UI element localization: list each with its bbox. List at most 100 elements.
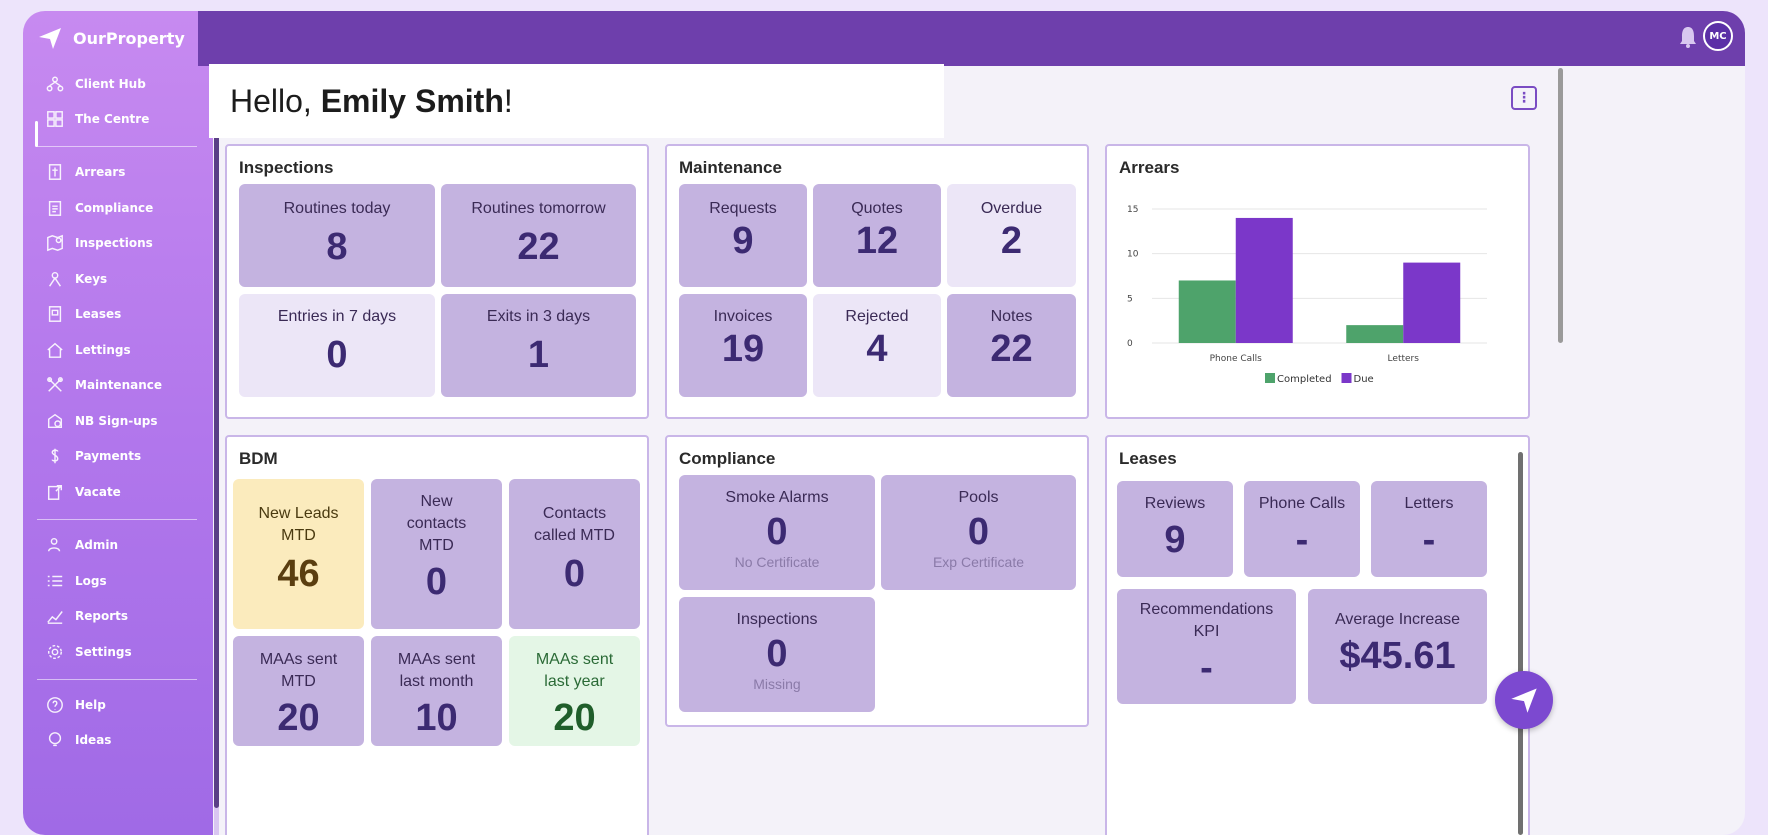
- new-contacts-tile[interactable]: New contacts MTD 0: [371, 479, 502, 629]
- sidebar-item-lettings[interactable]: Lettings: [45, 337, 131, 363]
- invoices-tile[interactable]: Invoices 19: [679, 294, 807, 397]
- exits-tile[interactable]: Exits in 3 days 1: [441, 294, 636, 397]
- routines-tomorrow-tile[interactable]: Routines tomorrow 22: [441, 184, 636, 287]
- logs-icon: [45, 571, 65, 591]
- sidebar-item-payments[interactable]: Payments: [45, 443, 141, 469]
- bell-icon[interactable]: [1677, 25, 1699, 49]
- sidebar-item-label: NB Sign-ups: [75, 414, 158, 428]
- assistant-button[interactable]: [1495, 671, 1553, 729]
- tile-value: 22: [990, 328, 1033, 370]
- tile-label: Contacts called MTD: [534, 505, 615, 544]
- legend-label: Due: [1354, 374, 1374, 385]
- tile-value: 20: [553, 697, 596, 739]
- lease-phone-calls-tile[interactable]: Phone Calls -: [1244, 481, 1360, 577]
- sidebar-item-label: Help: [75, 698, 106, 712]
- main-scrollbar[interactable]: [1555, 60, 1565, 835]
- tile-label: Inspections: [736, 611, 818, 628]
- user-name: Emily Smith: [320, 83, 504, 119]
- compliance-card: Compliance Smoke Alarms 0 No Certificate…: [665, 435, 1089, 727]
- tile-label: Rejected: [845, 308, 909, 325]
- sidebar-item-client-hub[interactable]: Client Hub: [45, 71, 146, 97]
- tile-value: 12: [855, 220, 899, 262]
- tile-value: 1: [527, 334, 550, 376]
- arrears-card: Arrears 0 5 10 15 Phone Calls Letters Complete…: [1105, 144, 1530, 419]
- sidebar-item-logs[interactable]: Logs: [45, 568, 107, 594]
- new-leads-tile[interactable]: New Leads MTD 46: [233, 479, 364, 629]
- legend-swatch: [1265, 373, 1275, 383]
- sidebar-item-the-centre[interactable]: The Centre: [45, 106, 149, 132]
- inspections-missing-tile[interactable]: Inspections 0 Missing: [679, 597, 875, 712]
- payments-icon: [45, 446, 65, 466]
- tile-label: MAAs sent last year: [535, 651, 614, 690]
- smoke-alarms-tile[interactable]: Smoke Alarms 0 No Certificate: [679, 475, 875, 590]
- leases-scrollbar[interactable]: [1516, 440, 1526, 835]
- sidebar-item-label: Lettings: [75, 343, 131, 357]
- maas-last-month-tile[interactable]: MAAs sent last month 10: [371, 636, 502, 746]
- sidebar-item-ideas[interactable]: Ideas: [45, 727, 111, 753]
- sidebar-item-label: Arrears: [75, 165, 126, 179]
- keys-icon: [45, 269, 65, 289]
- sidebar-item-vacate[interactable]: Vacate: [45, 479, 121, 505]
- maas-last-year-tile[interactable]: MAAs sent last year 20: [509, 636, 640, 746]
- pools-tile[interactable]: Pools 0 Exp Certificate: [881, 475, 1076, 590]
- reviews-tile[interactable]: Reviews 9: [1117, 481, 1233, 577]
- overdue-tile[interactable]: Overdue 2: [947, 184, 1076, 287]
- tile-value: $45.61: [1339, 635, 1456, 677]
- tile-label: Smoke Alarms: [725, 489, 829, 506]
- sidebar-item-maintenance[interactable]: Maintenance: [45, 372, 162, 398]
- lease-letters-tile[interactable]: Letters -: [1371, 481, 1487, 577]
- app-logo[interactable]: OurProperty: [37, 25, 185, 51]
- tile-subtext: No Certificate: [734, 554, 820, 570]
- sidebar: OurProperty ‹ Client Hub The Centre Arre…: [23, 11, 213, 835]
- average-increase-tile[interactable]: Average Increase $45.61: [1308, 589, 1487, 704]
- rejected-tile[interactable]: Rejected 4: [813, 294, 941, 397]
- help-icon: [45, 695, 65, 715]
- sidebar-item-help[interactable]: Help: [45, 692, 106, 718]
- active-indicator: [35, 121, 38, 147]
- assistant-logo-icon: [1511, 688, 1537, 713]
- tile-subtext: Exp Certificate: [932, 554, 1025, 570]
- recommendations-kpi-tile[interactable]: Recommendations KPI -: [1117, 589, 1296, 704]
- more-options-button[interactable]: ⋮: [1511, 86, 1537, 110]
- sidebar-item-label: Payments: [75, 449, 142, 463]
- tile-label: Recommendations KPI: [1139, 601, 1274, 640]
- routines-today-tile[interactable]: Routines today 8: [239, 184, 435, 287]
- sidebar-item-reports[interactable]: Reports: [45, 603, 128, 629]
- legend-swatch: [1341, 373, 1352, 383]
- avatar[interactable]: MC: [1703, 21, 1733, 51]
- sidebar-item-compliance[interactable]: Compliance: [45, 195, 153, 221]
- sidebar-item-inspections[interactable]: Inspections: [45, 230, 153, 256]
- tile-label: Pools: [958, 489, 999, 506]
- tile-label: Phone Calls: [1258, 495, 1346, 512]
- y-tick-label: 0: [1127, 339, 1133, 349]
- sidebar-item-label: Settings: [75, 645, 132, 659]
- tile-value: 0: [425, 561, 448, 603]
- sidebar-item-leases[interactable]: Leases: [45, 301, 121, 327]
- tile-value: 19: [721, 328, 765, 370]
- top-bar: MC: [198, 11, 1745, 66]
- sidebar-item-nb-sign-ups[interactable]: NB Sign-ups: [45, 408, 158, 434]
- tile-subtext: Missing: [753, 676, 801, 692]
- sidebar-item-keys[interactable]: Keys: [45, 266, 107, 292]
- tile-label: Routines tomorrow: [471, 200, 606, 217]
- requests-tile[interactable]: Requests 9: [679, 184, 807, 287]
- tile-label: Routines today: [283, 200, 391, 217]
- reports-icon: [45, 606, 65, 626]
- sidebar-item-settings[interactable]: Settings: [45, 639, 132, 665]
- admin-icon: [45, 535, 65, 555]
- tile-value: 9: [732, 220, 754, 262]
- main-scrollbar-thumb[interactable]: [1558, 68, 1563, 343]
- entries-tile[interactable]: Entries in 7 days 0: [239, 294, 435, 397]
- notes-tile[interactable]: Notes 22: [947, 294, 1076, 397]
- leases-scrollbar-thumb[interactable]: [1518, 452, 1523, 835]
- sidebar-item-label: Compliance: [75, 201, 154, 215]
- leases-icon: [45, 304, 65, 324]
- maas-mtd-tile[interactable]: MAAs sent MTD 20: [233, 636, 364, 746]
- quotes-tile[interactable]: Quotes 12: [813, 184, 941, 287]
- bar-completed-phone-calls: [1178, 280, 1236, 343]
- sidebar-divider: [37, 679, 197, 680]
- contacts-called-tile[interactable]: Contacts called MTD 0: [509, 479, 640, 629]
- sidebar-item-admin[interactable]: Admin: [45, 532, 118, 558]
- tile-label: Entries in 7 days: [277, 308, 397, 325]
- sidebar-item-arrears[interactable]: Arrears: [45, 159, 125, 185]
